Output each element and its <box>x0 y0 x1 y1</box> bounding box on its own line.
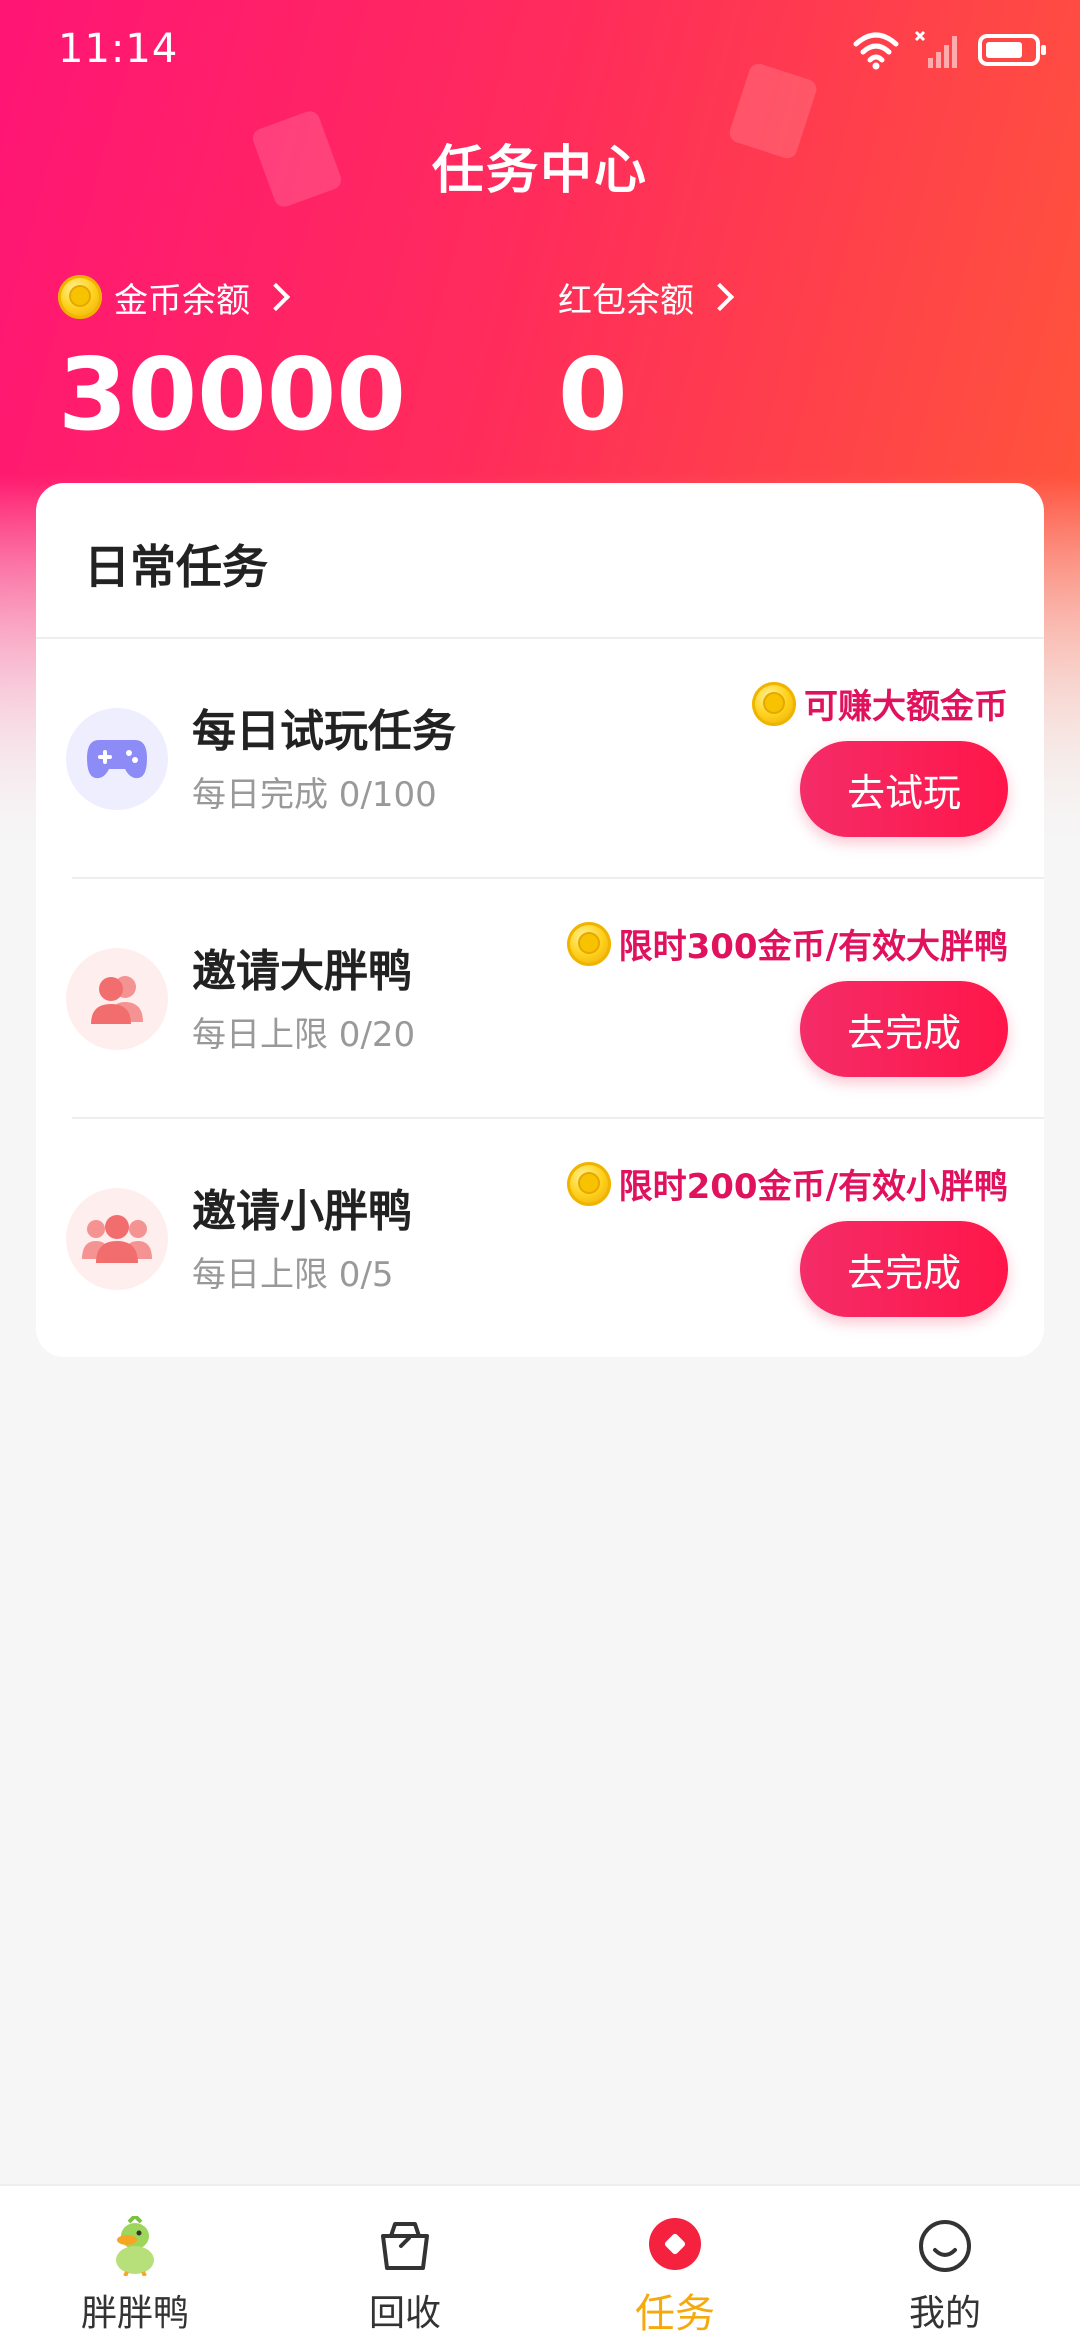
coin-balance-value: 30000 <box>58 336 406 453</box>
tab-label: 回收 <box>368 2293 441 2334</box>
battery-icon <box>978 34 1046 66</box>
daily-tasks-card: 日常任务 每日试玩任务 每日完成 0/100 可赚大额金币 去试玩 邀请大胖鸭 … <box>36 483 1044 1357</box>
task-progress: 每日上限 0/20 <box>192 1015 416 1055</box>
coin-balance[interactable]: 金币余额 30000 <box>58 272 406 450</box>
smile-face-icon <box>919 2220 971 2272</box>
task-icon <box>649 2218 701 2270</box>
go-play-button[interactable]: 去试玩 <box>800 741 1008 837</box>
tab-label: 我的 <box>908 2293 981 2334</box>
task-row: 每日试玩任务 每日完成 0/100 可赚大额金币 去试玩 <box>36 639 1044 879</box>
daily-tasks-title: 日常任务 <box>84 540 268 594</box>
task-reward-text: 限时300金币/有效大胖鸭 <box>618 927 1008 967</box>
coin-icon <box>566 921 611 966</box>
wifi-icon <box>853 32 899 70</box>
task-name: 邀请大胖鸭 <box>192 946 412 997</box>
complete-button[interactable]: 去完成 <box>800 1221 1008 1317</box>
signal-icon <box>914 30 957 68</box>
task-reward-text: 可赚大额金币 <box>804 687 1008 727</box>
task-reward: 限时200金币/有效小胖鸭 <box>566 1159 1008 1208</box>
duck-mascot-icon <box>116 2216 154 2276</box>
card-header: 日常任务 <box>36 483 1044 639</box>
task-reward-text: 限时200金币/有效小胖鸭 <box>618 1167 1008 1207</box>
complete-button[interactable]: 去完成 <box>800 981 1008 1077</box>
coin-icon <box>58 275 102 319</box>
tab-tasks[interactable]: 任务 <box>540 2186 810 2340</box>
tab-home[interactable]: 胖胖鸭 <box>0 2186 270 2340</box>
chevron-right-icon <box>705 282 735 312</box>
coin-icon <box>752 681 796 726</box>
coin-balance-label: 金币余额 <box>114 280 250 321</box>
status-bar: 11:14 <box>0 0 1080 100</box>
bottom-tab-bar: 胖胖鸭 回收 任务 我的 <box>0 2184 1080 2340</box>
task-progress: 每日完成 0/100 <box>192 775 437 815</box>
redpacket-balance-value: 0 <box>558 336 628 453</box>
basket-icon <box>381 2222 429 2270</box>
task-reward: 限时300金币/有效大胖鸭 <box>566 919 1008 968</box>
task-row: 邀请大胖鸭 每日上限 0/20 限时300金币/有效大胖鸭 去完成 <box>36 879 1044 1119</box>
gamepad-icon <box>66 708 168 810</box>
coin-icon <box>566 1161 611 1206</box>
tab-recycle[interactable]: 回收 <box>270 2186 540 2340</box>
redpacket-balance-label: 红包余额 <box>558 280 694 321</box>
users-icon <box>66 948 168 1050</box>
tab-label: 任务 <box>635 2291 715 2337</box>
task-name: 邀请小胖鸭 <box>192 1186 412 1237</box>
task-name: 每日试玩任务 <box>192 706 456 757</box>
task-progress: 每日上限 0/5 <box>192 1255 394 1295</box>
task-row: 邀请小胖鸭 每日上限 0/5 限时200金币/有效小胖鸭 去完成 <box>36 1119 1044 1357</box>
page-title: 任务中心 <box>431 141 648 201</box>
group-icon <box>66 1188 168 1290</box>
task-reward: 可赚大额金币 <box>752 679 1008 728</box>
tab-label: 胖胖鸭 <box>80 2293 189 2334</box>
status-time: 11:14 <box>58 26 179 72</box>
status-icons <box>852 28 1046 72</box>
tab-mine[interactable]: 我的 <box>810 2186 1080 2340</box>
redpacket-balance[interactable]: 红包余额 0 <box>558 272 735 453</box>
task-center-page: 11:14 任务中心 金币余额 30000 红包余额 0 日常任务 每日试玩任务… <box>0 0 1080 2340</box>
chevron-right-icon <box>261 282 291 312</box>
